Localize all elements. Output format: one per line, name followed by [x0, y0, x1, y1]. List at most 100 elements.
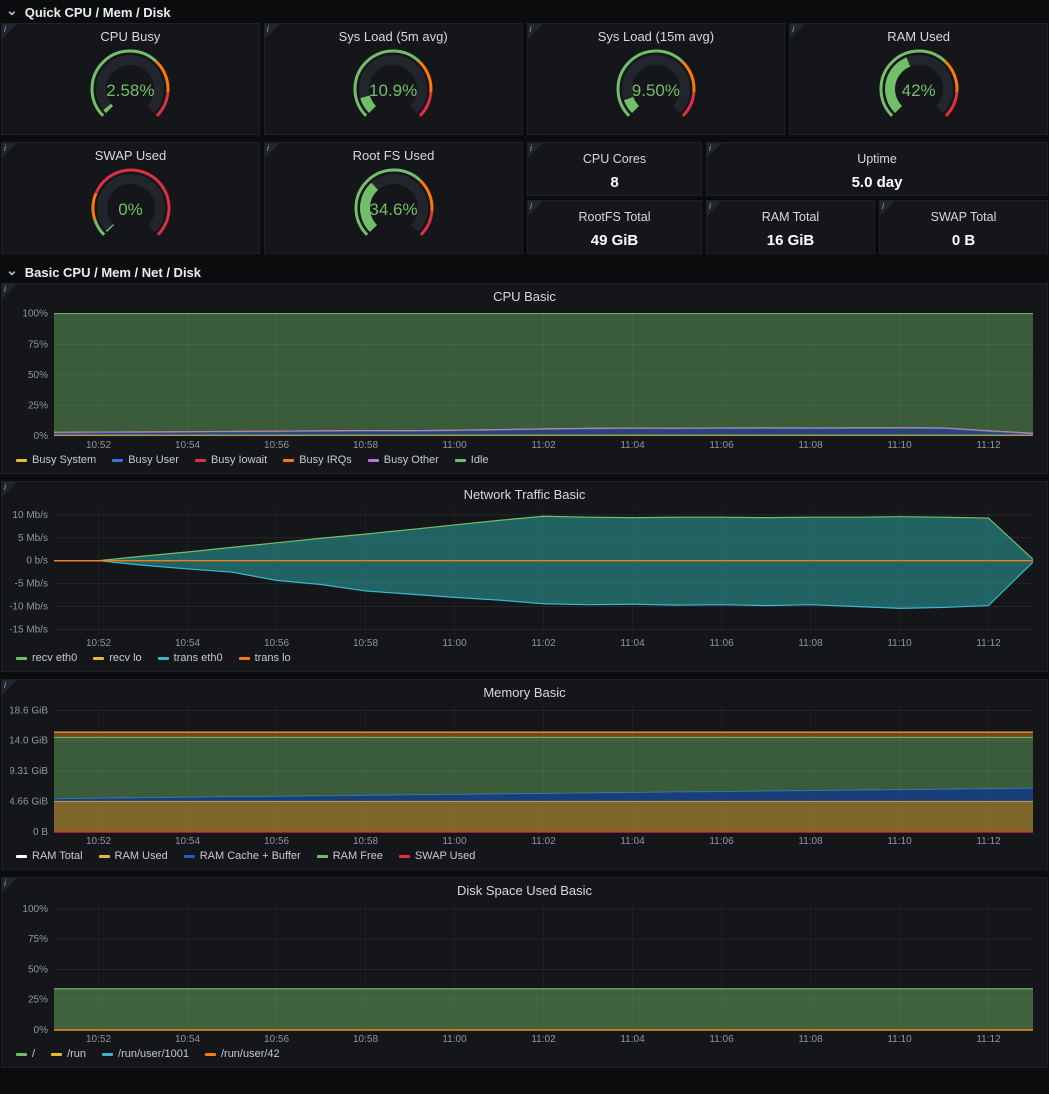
- svg-text:100%: 100%: [22, 904, 48, 915]
- svg-text:11:12: 11:12: [976, 836, 1001, 847]
- svg-text:11:02: 11:02: [531, 638, 556, 649]
- panel-info-icon[interactable]: i: [707, 201, 722, 216]
- svg-text:10:54: 10:54: [175, 836, 200, 847]
- panel-info-icon[interactable]: i: [2, 143, 17, 158]
- panel-ram-used: i RAM Used 42%: [789, 23, 1048, 135]
- panel-info-icon[interactable]: i: [528, 201, 543, 216]
- panel-title[interactable]: RAM Used: [790, 24, 1047, 44]
- svg-text:75%: 75%: [28, 934, 48, 945]
- legend-item[interactable]: Busy Iowait: [195, 454, 267, 466]
- panel-title[interactable]: Sys Load (15m avg): [528, 24, 785, 44]
- svg-text:11:00: 11:00: [442, 638, 467, 649]
- legend-item[interactable]: RAM Cache + Buffer: [184, 850, 301, 862]
- row-header-quick[interactable]: ⌄ Quick CPU / Mem / Disk: [1, 1, 1048, 23]
- panel-title[interactable]: CPU Basic: [10, 284, 1039, 304]
- svg-text:11:04: 11:04: [620, 836, 645, 847]
- legend-item[interactable]: RAM Total: [16, 850, 83, 862]
- memory-basic-chart[interactable]: 0 B4.66 GiB9.31 GiB14.0 GiB18.6 GiB10:52…: [10, 700, 1039, 848]
- stat-title[interactable]: SWAP Total: [931, 210, 997, 224]
- panel-title[interactable]: CPU Busy: [2, 24, 259, 44]
- panel-info-icon[interactable]: i: [2, 482, 17, 497]
- gauge-value: 9.50%: [581, 81, 731, 101]
- panel-info-icon[interactable]: i: [880, 201, 895, 216]
- panel-title[interactable]: Disk Space Used Basic: [10, 878, 1039, 898]
- cpu-busy-gauge[interactable]: 2.58%: [55, 44, 205, 130]
- mixed-row: i SWAP Used 0% i Root FS Used 34.6% i CP…: [1, 142, 1048, 254]
- chart-svg[interactable]: 0%25%50%75%100%10:5210:5410:5610:5811:00…: [10, 898, 1039, 1046]
- legend-item[interactable]: /run/user/1001: [102, 1048, 189, 1060]
- panel-title[interactable]: Root FS Used: [265, 143, 522, 163]
- sys-load-15m-gauge[interactable]: 9.50%: [581, 44, 731, 130]
- stat-title[interactable]: RAM Total: [762, 210, 819, 224]
- panel-info-icon[interactable]: i: [707, 143, 722, 158]
- swap-used-gauge[interactable]: 0%: [56, 163, 206, 249]
- panel-info-icon[interactable]: i: [2, 878, 17, 893]
- panel-info-icon[interactable]: i: [528, 143, 543, 158]
- svg-text:25%: 25%: [28, 995, 48, 1006]
- stat-title[interactable]: CPU Cores: [583, 152, 646, 166]
- panel-memory-basic: i Memory Basic 0 B4.66 GiB9.31 GiB14.0 G…: [1, 679, 1048, 870]
- legend-item[interactable]: SWAP Used: [399, 850, 476, 862]
- legend-item[interactable]: recv eth0: [16, 652, 77, 664]
- disk-space-used-basic-chart[interactable]: 0%25%50%75%100%10:5210:5410:5610:5811:00…: [10, 898, 1039, 1046]
- row-header-basic[interactable]: ⌄ Basic CPU / Mem / Net / Disk: [1, 261, 1048, 283]
- svg-text:50%: 50%: [28, 370, 48, 381]
- legend-item[interactable]: Busy IRQs: [283, 454, 352, 466]
- svg-text:10:58: 10:58: [353, 1034, 378, 1045]
- legend-item[interactable]: Busy User: [112, 454, 179, 466]
- legend-item[interactable]: Busy Other: [368, 454, 439, 466]
- svg-text:10:54: 10:54: [175, 1034, 200, 1045]
- svg-text:11:06: 11:06: [709, 1034, 734, 1045]
- legend-item[interactable]: recv lo: [93, 652, 141, 664]
- panel-info-icon[interactable]: i: [790, 24, 805, 39]
- legend-item[interactable]: /: [16, 1048, 35, 1060]
- chart-svg[interactable]: 0 B4.66 GiB9.31 GiB14.0 GiB18.6 GiB10:52…: [10, 700, 1039, 848]
- panel-info-icon[interactable]: i: [2, 24, 17, 39]
- svg-text:100%: 100%: [22, 309, 48, 320]
- svg-text:11:10: 11:10: [887, 440, 912, 451]
- svg-text:11:00: 11:00: [442, 1034, 467, 1045]
- legend-item[interactable]: /run: [51, 1048, 86, 1060]
- legend-label: Idle: [471, 454, 489, 466]
- panel-info-icon[interactable]: i: [2, 680, 17, 695]
- legend-label: recv lo: [109, 652, 141, 664]
- panel-info-icon[interactable]: i: [528, 24, 543, 39]
- sys-load-5m-gauge[interactable]: 10.9%: [318, 44, 468, 130]
- panel-info-icon[interactable]: i: [265, 24, 280, 39]
- cpu-basic-chart[interactable]: 0%25%50%75%100%10:5210:5410:5610:5811:00…: [10, 304, 1039, 452]
- svg-text:10:56: 10:56: [264, 1034, 289, 1045]
- legend-item[interactable]: trans lo: [239, 652, 291, 664]
- ram-used-gauge[interactable]: 42%: [844, 44, 994, 130]
- panel-title[interactable]: Memory Basic: [10, 680, 1039, 700]
- legend-item[interactable]: Busy System: [16, 454, 96, 466]
- legend-label: Busy Iowait: [211, 454, 267, 466]
- legend-item[interactable]: Idle: [455, 454, 489, 466]
- root-fs-used-gauge[interactable]: 34.6%: [319, 163, 469, 249]
- grafana-dashboard: ⌄ Quick CPU / Mem / Disk i CPU Busy 2.58…: [0, 0, 1049, 1076]
- svg-text:10:56: 10:56: [264, 440, 289, 451]
- svg-text:11:02: 11:02: [531, 836, 556, 847]
- stat-title[interactable]: Uptime: [857, 152, 897, 166]
- legend-item[interactable]: /run/user/42: [205, 1048, 280, 1060]
- svg-text:10:56: 10:56: [264, 638, 289, 649]
- disk-space-used-basic-legend: / /run/run/user/1001/run/user/42: [10, 1046, 1039, 1064]
- panel-title[interactable]: SWAP Used: [2, 143, 259, 163]
- network-traffic-basic-chart[interactable]: 10 Mb/s5 Mb/s0 b/s-5 Mb/s-10 Mb/s-15 Mb/…: [10, 502, 1039, 650]
- network-traffic-basic-legend: recv eth0 recv lo trans eth0 trans lo: [10, 650, 1039, 668]
- svg-text:0%: 0%: [34, 1025, 49, 1036]
- legend-swatch: [16, 1053, 27, 1056]
- panel-rootfs-total: i RootFS Total 49 GiB: [527, 200, 702, 254]
- legend-item[interactable]: RAM Used: [99, 850, 168, 862]
- legend-item[interactable]: RAM Free: [317, 850, 383, 862]
- panel-title[interactable]: Network Traffic Basic: [10, 482, 1039, 502]
- panel-info-icon[interactable]: i: [265, 143, 280, 158]
- panel-title[interactable]: Sys Load (5m avg): [265, 24, 522, 44]
- chart-svg[interactable]: 10 Mb/s5 Mb/s0 b/s-5 Mb/s-10 Mb/s-15 Mb/…: [10, 502, 1039, 650]
- stat-title[interactable]: RootFS Total: [578, 210, 650, 224]
- svg-text:10:52: 10:52: [86, 440, 111, 451]
- chart-svg[interactable]: 0%25%50%75%100%10:5210:5410:5610:5811:00…: [10, 304, 1039, 452]
- legend-label: RAM Total: [32, 850, 83, 862]
- legend-item[interactable]: trans eth0: [158, 652, 223, 664]
- svg-text:10:52: 10:52: [86, 1034, 111, 1045]
- panel-info-icon[interactable]: i: [2, 284, 17, 299]
